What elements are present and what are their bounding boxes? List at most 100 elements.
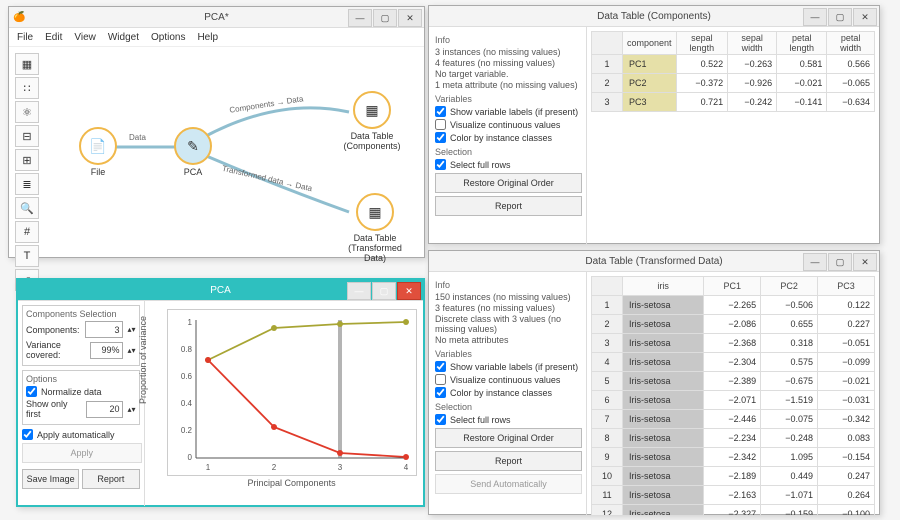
node-file[interactable]: 📄File — [79, 127, 117, 177]
minimize-button[interactable]: — — [347, 282, 371, 300]
table-row[interactable]: 9Iris-setosa−2.3421.095−0.154 — [592, 448, 875, 467]
chart-ylabel: Proportion of variance — [138, 315, 148, 403]
table-row[interactable]: 1Iris-setosa−2.265−0.5060.122 — [592, 296, 875, 315]
info-line: 3 instances (no missing values) — [435, 47, 580, 57]
info-line: 150 instances (no missing values) — [435, 292, 580, 302]
dt-components-titlebar[interactable]: Data Table (Components) —▢✕ — [429, 6, 879, 27]
menu-edit[interactable]: Edit — [45, 32, 62, 43]
color-checkbox[interactable] — [435, 132, 446, 143]
table-row[interactable]: 3PC30.721−0.242−0.141−0.634 — [592, 93, 875, 112]
maximize-button[interactable]: ▢ — [828, 253, 852, 271]
menu-file[interactable]: File — [17, 32, 33, 43]
list-icon[interactable]: ≣ — [15, 173, 39, 195]
pca-chart[interactable]: 00.20.4 0.60.81 1234 — [167, 309, 417, 476]
table-row[interactable]: 2PC2−0.372−0.926−0.021−0.065 — [592, 74, 875, 93]
color-checkbox[interactable] — [435, 387, 446, 398]
close-button[interactable]: ✕ — [397, 282, 421, 300]
hash-icon[interactable]: # — [15, 221, 39, 243]
save-image-button[interactable]: Save Image — [22, 469, 79, 489]
report-button[interactable]: Report — [435, 451, 582, 471]
table-row[interactable]: 11Iris-setosa−2.163−1.0710.264 — [592, 486, 875, 505]
apply-auto-checkbox[interactable] — [22, 429, 33, 440]
table-row[interactable]: 6Iris-setosa−2.071−1.519−0.031 — [592, 391, 875, 410]
fullrows-checkbox[interactable] — [435, 414, 446, 425]
table-row[interactable]: 10Iris-setosa−2.1890.4490.247 — [592, 467, 875, 486]
table-row[interactable]: 5Iris-setosa−2.389−0.675−0.021 — [592, 372, 875, 391]
send-auto-button[interactable]: Send Automatically — [435, 474, 582, 494]
svg-text:3: 3 — [337, 463, 342, 472]
svg-text:1: 1 — [205, 463, 210, 472]
close-button[interactable]: ✕ — [398, 9, 422, 27]
menu-help[interactable]: Help — [197, 32, 218, 43]
canvas-window: 🍊 PCA* — ▢ ✕ File Edit View Widget Optio… — [8, 6, 425, 258]
datatable-components-window: Data Table (Components) —▢✕ Info 3 insta… — [428, 5, 880, 244]
info-line: 3 features (no missing values) — [435, 303, 580, 313]
node-pca[interactable]: ✎PCA — [174, 127, 212, 177]
window-title: Data Table (Components) — [597, 11, 711, 22]
network-icon[interactable]: ⚛ — [15, 101, 39, 123]
dt-transformed-sidebar: Info 150 instances (no missing values)3 … — [429, 272, 587, 515]
window-title: PCA — [210, 285, 231, 296]
visualize-checkbox[interactable] — [435, 374, 446, 385]
table-row[interactable]: 2Iris-setosa−2.0860.6550.227 — [592, 315, 875, 334]
restore-order-button[interactable]: Restore Original Order — [435, 428, 582, 448]
table-row[interactable]: 1PC10.522−0.2630.5810.566 — [592, 55, 875, 74]
report-button[interactable]: Report — [435, 196, 582, 216]
scatter-icon[interactable]: ∷ — [15, 77, 39, 99]
table-row[interactable]: 3Iris-setosa−2.3680.318−0.051 — [592, 334, 875, 353]
grid-icon[interactable]: ▦ — [15, 53, 39, 75]
minimize-button[interactable]: — — [348, 9, 372, 27]
varlabels-checkbox[interactable] — [435, 361, 446, 372]
canvas-menubar: File Edit View Widget Options Help — [9, 28, 424, 47]
svg-text:4: 4 — [403, 463, 408, 472]
edge-label-transformed: Transformed data → Data — [221, 164, 313, 194]
tree-icon[interactable]: ⊟ — [15, 125, 39, 147]
zoom-icon[interactable]: 🔍 — [15, 197, 39, 219]
menu-view[interactable]: View — [74, 32, 96, 43]
info-line: No meta attributes — [435, 335, 580, 345]
node-datatable-components[interactable]: ▦Data Table (Components) — [337, 91, 407, 151]
svg-text:0.8: 0.8 — [180, 345, 192, 354]
show-first-spinner[interactable]: 20 — [86, 401, 122, 418]
dt-components-sidebar: Info 3 instances (no missing values)4 fe… — [429, 27, 587, 244]
pca-widget-window: PCA — ▢ ✕ Components Selection Component… — [16, 278, 425, 507]
minimize-button[interactable]: — — [803, 253, 827, 271]
components-spinner[interactable]: 3 — [85, 321, 123, 338]
visualize-checkbox[interactable] — [435, 119, 446, 130]
minimize-button[interactable]: — — [803, 8, 827, 26]
svg-text:0.4: 0.4 — [180, 399, 192, 408]
table-row[interactable]: 12Iris-setosa−2.327−0.159−0.100 — [592, 505, 875, 516]
info-line: No target variable. — [435, 69, 580, 79]
transformed-table[interactable]: irisPC1PC2PC3 1Iris-setosa−2.265−0.5060.… — [591, 276, 875, 515]
table-row[interactable]: 7Iris-setosa−2.446−0.075−0.342 — [592, 410, 875, 429]
table-row[interactable]: 4Iris-setosa−2.3040.575−0.099 — [592, 353, 875, 372]
canvas-titlebar[interactable]: 🍊 PCA* — ▢ ✕ — [9, 7, 424, 28]
varlabels-checkbox[interactable] — [435, 106, 446, 117]
menu-options[interactable]: Options — [151, 32, 185, 43]
node-datatable-transformed[interactable]: ▦Data Table (Transformed Data) — [337, 193, 413, 263]
menu-widget[interactable]: Widget — [108, 32, 139, 43]
report-button[interactable]: Report — [82, 469, 139, 489]
variance-spinner[interactable]: 99% — [90, 342, 122, 359]
table-row[interactable]: 8Iris-setosa−2.234−0.2480.083 — [592, 429, 875, 448]
pca-titlebar[interactable]: PCA — ▢ ✕ — [18, 280, 423, 301]
workflow-canvas[interactable]: ▦ ∷ ⚛ ⊟ ⊞ ≣ 🔍 # T ↗ Data Components → Da… — [9, 47, 424, 257]
svg-text:2: 2 — [271, 463, 276, 472]
maximize-button[interactable]: ▢ — [828, 8, 852, 26]
components-table[interactable]: componentsepal lengthsepal widthpetal le… — [591, 31, 875, 112]
maximize-button[interactable]: ▢ — [373, 9, 397, 27]
restore-order-button[interactable]: Restore Original Order — [435, 173, 582, 193]
maximize-button[interactable]: ▢ — [372, 282, 396, 300]
normalize-checkbox[interactable] — [26, 386, 37, 397]
close-button[interactable]: ✕ — [853, 8, 877, 26]
svg-text:0.2: 0.2 — [180, 426, 192, 435]
edge-label-data: Data — [129, 133, 146, 142]
matrix-icon[interactable]: ⊞ — [15, 149, 39, 171]
dt-transformed-titlebar[interactable]: Data Table (Transformed Data) —▢✕ — [429, 251, 879, 272]
apply-button[interactable]: Apply — [22, 443, 142, 463]
info-line: 1 meta attribute (no missing values) — [435, 80, 580, 90]
close-button[interactable]: ✕ — [853, 253, 877, 271]
chart-xlabel: Principal Components — [167, 478, 417, 488]
text-icon[interactable]: T — [15, 245, 39, 267]
fullrows-checkbox[interactable] — [435, 159, 446, 170]
